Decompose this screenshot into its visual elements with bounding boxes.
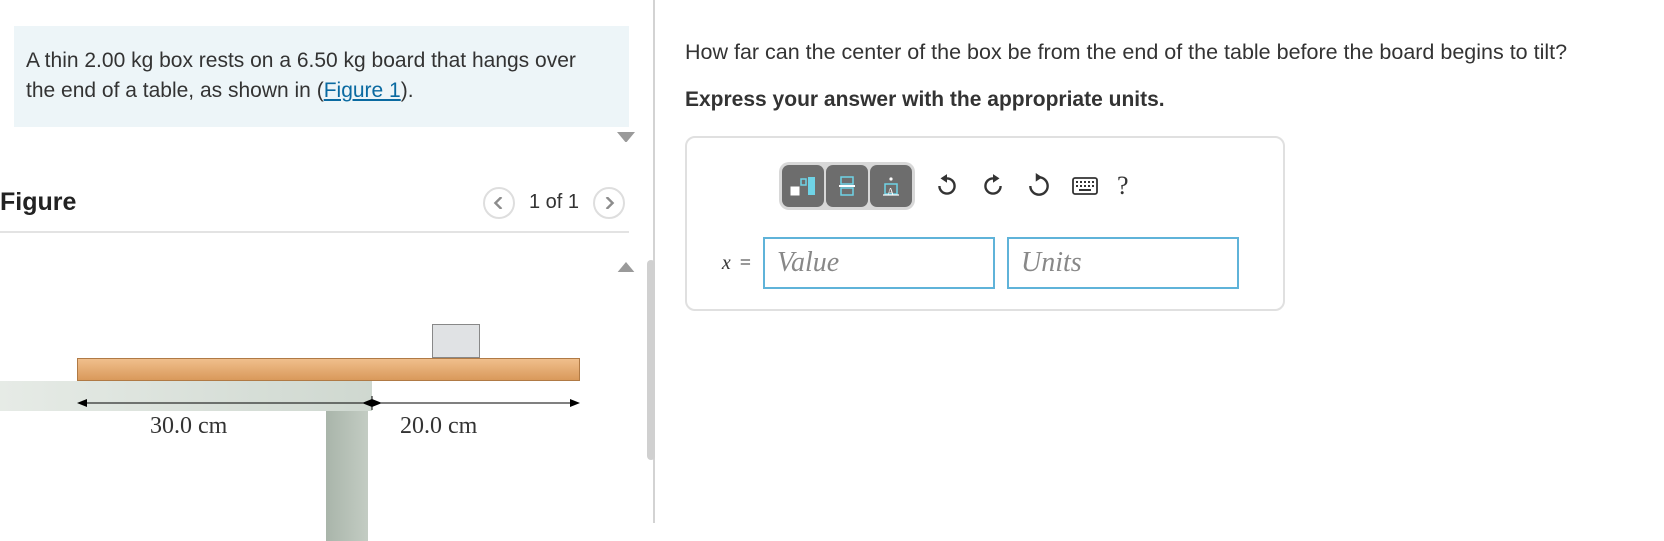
help-button[interactable]: ?	[1117, 171, 1129, 201]
answer-toolbar: A	[705, 154, 1265, 227]
template-vector-button[interactable]: A	[870, 165, 912, 207]
units-placeholder: Units	[1021, 247, 1082, 279]
figure-counter: 1 of 1	[529, 191, 579, 214]
dimension-right-label: 20.0 cm	[400, 413, 477, 440]
left-panel: A thin 2.00 kg box rests on a 6.50 kg bo…	[0, 0, 643, 523]
template-units-button[interactable]	[782, 165, 824, 207]
panel-divider[interactable]	[643, 0, 665, 523]
box	[432, 324, 480, 358]
template-fraction-button[interactable]	[826, 165, 868, 207]
answer-row: x = Value Units	[705, 237, 1265, 289]
board	[77, 358, 580, 381]
table-leg	[326, 411, 368, 541]
reset-button[interactable]	[1025, 172, 1053, 200]
figure-title: Figure	[0, 188, 479, 217]
keyboard-button[interactable]	[1071, 172, 1099, 200]
answer-box: A	[685, 136, 1285, 311]
template-button-group: A	[779, 162, 915, 210]
answer-variable: x =	[705, 252, 751, 275]
scrollbar-thumb[interactable]	[647, 260, 655, 460]
redo-button[interactable]	[979, 172, 1007, 200]
collapse-down-icon[interactable]	[617, 130, 635, 144]
problem-text-after: ).	[401, 79, 414, 102]
question-instruction: Express your answer with the appropriate…	[685, 88, 1656, 112]
collapse-up-icon[interactable]	[617, 260, 635, 274]
question-prompt: How far can the center of the box be fro…	[685, 36, 1656, 68]
value-placeholder: Value	[777, 247, 839, 279]
problem-statement: A thin 2.00 kg box rests on a 6.50 kg bo…	[14, 26, 629, 127]
right-panel: How far can the center of the box be fro…	[665, 0, 1664, 523]
figure-prev-button[interactable]	[483, 187, 515, 219]
figure-diagram: 30.0 cm 20.0 cm	[0, 253, 600, 503]
dimension-left-label: 30.0 cm	[150, 413, 227, 440]
figure-link[interactable]: Figure 1	[324, 79, 401, 102]
figure-next-button[interactable]	[593, 187, 625, 219]
dimension-arrows	[77, 393, 580, 413]
problem-text-before: A thin 2.00 kg box rests on a 6.50 kg bo…	[26, 49, 576, 102]
figure-header: Figure 1 of 1	[0, 187, 629, 233]
value-input[interactable]: Value	[763, 237, 995, 289]
undo-button[interactable]	[933, 172, 961, 200]
units-input[interactable]: Units	[1007, 237, 1239, 289]
